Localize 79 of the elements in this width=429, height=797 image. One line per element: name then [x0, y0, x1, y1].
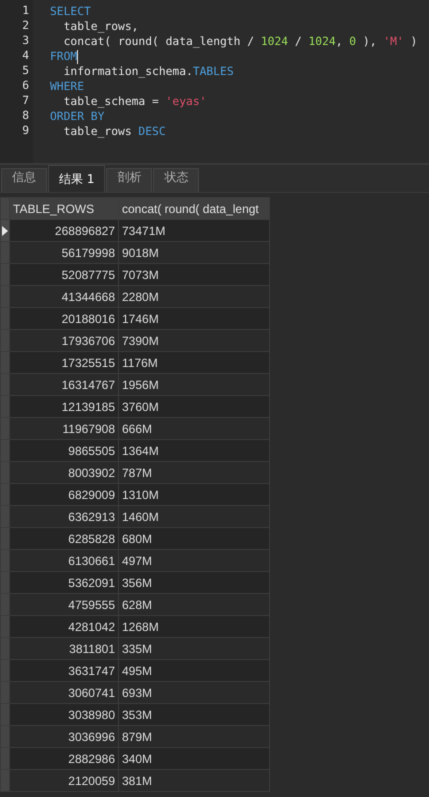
table-cell: 3760M — [118, 396, 270, 418]
table-cell: 5362091 — [10, 572, 118, 594]
result-tab[interactable]: 信息 — [1, 168, 47, 192]
table-cell: 9018M — [118, 242, 270, 264]
table-cell: 6362913 — [10, 506, 118, 528]
table-cell: 2280M — [118, 286, 270, 308]
column-header[interactable]: TABLE_ROWS — [10, 198, 118, 220]
result-tab[interactable]: 状态 — [153, 168, 200, 192]
code-line: table_rows DESC — [62, 125, 166, 138]
table-cell: 497M — [118, 550, 270, 572]
table-cell: 3811801 — [10, 638, 118, 660]
table-cell: 52087775 — [10, 264, 118, 286]
table-cell: 1746M — [118, 308, 270, 330]
table-cell: 335M — [118, 638, 270, 660]
table-cell: 1956M — [118, 374, 270, 396]
table-cell: 20188016 — [10, 308, 118, 330]
table-cell: 353M — [118, 704, 270, 726]
table-cell: 1310M — [118, 484, 270, 506]
table-cell: 3038980 — [10, 704, 118, 726]
line-number: 1 — [21, 4, 30, 19]
table-cell: 4281042 — [10, 616, 118, 638]
table-cell: 73471M — [118, 220, 270, 242]
table-cell: 7073M — [118, 264, 270, 286]
line-number: 7 — [21, 94, 30, 109]
table-cell: 340M — [118, 748, 270, 770]
column-header[interactable]: concat( round( data_lengt — [118, 198, 270, 220]
code-line: table_schema = 'eyas' — [62, 95, 206, 108]
table-cell: 1176M — [118, 352, 270, 374]
table-cell: 6829009 — [10, 484, 118, 506]
result-tab[interactable]: 结果 1 — [48, 165, 106, 192]
table-cell: 17325515 — [10, 352, 118, 374]
table-cell: 628M — [118, 594, 270, 616]
line-number: 6 — [21, 79, 30, 94]
table-cell: 56179998 — [10, 242, 118, 264]
row-selector[interactable] — [0, 220, 10, 242]
table-cell: 41344668 — [10, 286, 118, 308]
table-cell: 3060741 — [10, 682, 118, 704]
table-cell: 381M — [118, 770, 270, 792]
table-cell: 11967908 — [10, 418, 118, 440]
table-cell: 1268M — [118, 616, 270, 638]
result-tab[interactable]: 剖析 — [106, 168, 152, 192]
table-cell: 693M — [118, 682, 270, 704]
line-number: 9 — [21, 124, 30, 139]
table-cell: 680M — [118, 528, 270, 550]
line-number: 8 — [21, 109, 30, 124]
current-row-arrow-icon — [2, 226, 8, 236]
table-cell: 2882986 — [10, 748, 118, 770]
code-line: SELECT — [50, 5, 91, 18]
code-line: WHERE — [50, 80, 84, 93]
table-cell: 3631747 — [10, 660, 118, 682]
line-number: 2 — [21, 19, 30, 34]
table-cell: 1460M — [118, 506, 270, 528]
table-cell: 268896827 — [10, 220, 118, 242]
table-cell: 3036996 — [10, 726, 118, 748]
line-number: 5 — [21, 64, 30, 79]
line-number: 3 — [21, 34, 30, 49]
table-cell: 17936706 — [10, 330, 118, 352]
table-cell: 6285828 — [10, 528, 118, 550]
table-cell: 12139185 — [10, 396, 118, 418]
table-cell: 879M — [118, 726, 270, 748]
table-cell: 356M — [118, 572, 270, 594]
table-cell: 1364M — [118, 440, 270, 462]
code-line: FROM — [50, 50, 78, 63]
code-line: ORDER BY — [50, 110, 104, 123]
table-cell: 2120059 — [10, 770, 118, 792]
table-cell: 666M — [118, 418, 270, 440]
code-line: table_rows, — [62, 20, 138, 33]
table-cell: 8003902 — [10, 462, 118, 484]
table-cell: 4759555 — [10, 594, 118, 616]
code-line: information_schema.TABLES — [62, 65, 234, 78]
table-cell: 6130661 — [10, 550, 118, 572]
code-line: concat( round( data_length / 1024 / 1024, 0 ), 'M' ) — [62, 35, 418, 48]
table-cell: 9865505 — [10, 440, 118, 462]
table-cell: 495M — [118, 660, 270, 682]
code-editor[interactable]: 1 2 3 4 5 6 7 8 9 SELECT table_rows, concat( round( data_length / 1024 / 1024, 0 ), 'M' ) FROM information_schema.TABLES WHERE table_schema = 'eyas' ORDER BY table_rows DESC — [0, 0, 429, 165]
table-cell: 7390M — [118, 330, 270, 352]
table-cell: 787M — [118, 462, 270, 484]
table-cell: 16314767 — [10, 374, 118, 396]
line-number: 4 — [21, 49, 30, 64]
